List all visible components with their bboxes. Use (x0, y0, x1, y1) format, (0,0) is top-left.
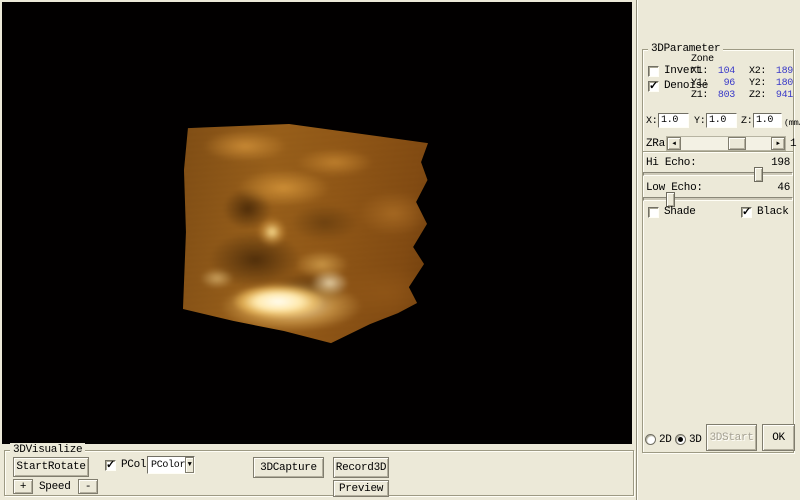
parameter-groupbox: 3DParameter ✓ Invert ✓ Denoise Zone X1: … (642, 49, 794, 453)
check-icon: ✓ (649, 79, 658, 93)
zone-key: Y2: (749, 78, 768, 90)
z-scale-input[interactable] (753, 113, 782, 128)
zone-row: Y1: 96 Y2: 180 (691, 78, 793, 90)
zone-key: X1: (691, 66, 710, 78)
y-scale-label: Y: (694, 116, 705, 128)
visualize-groupbox: 3DVisualize StartRotate + Speed - ✓ PCol… (4, 450, 634, 496)
start-3d-button[interactable]: 3DStart (706, 424, 757, 451)
ok-button[interactable]: OK (762, 424, 795, 451)
low-echo-value: 46 (777, 182, 790, 194)
x-scale-label: X: (646, 116, 657, 128)
scale-unit-label: (mm/p) (784, 117, 800, 129)
mode-2d-radio[interactable] (645, 434, 656, 445)
low-echo-slider-thumb[interactable] (666, 192, 675, 207)
pcolor-checkbox[interactable]: ✓ (105, 460, 116, 471)
zone-value: 180 (768, 78, 793, 90)
shade-checkbox[interactable]: ✓ (648, 207, 659, 218)
zone-row: X1: 104 X2: 189 (691, 66, 793, 78)
section-separator (643, 151, 793, 153)
zone-row: Z1: 803 Z2: 941 (691, 90, 793, 102)
chevron-down-icon: ▼ (188, 461, 192, 469)
check-icon: ✓ (742, 205, 751, 219)
zrate-scroll-thumb[interactable] (728, 137, 746, 150)
zone-value: 941 (768, 90, 793, 102)
check-icon: ✓ (106, 458, 115, 472)
mode-3d-radio[interactable] (675, 434, 686, 445)
z-scale-label: Z: (741, 116, 752, 128)
zone-key: Z1: (691, 90, 710, 102)
black-checkbox[interactable]: ✓ (741, 207, 752, 218)
visualize-group-title: 3DVisualize (10, 443, 85, 457)
hi-echo-label: Hi Echo: (646, 157, 696, 169)
zone-table: X1: 104 X2: 189 Y1: 96 Y2: 180 Z1: 803 Z… (691, 66, 793, 102)
zone-value: 96 (710, 78, 735, 90)
render-viewport[interactable] (2, 2, 632, 444)
capture-3d-button[interactable]: 3DCapture (253, 457, 324, 478)
speed-minus-button[interactable]: - (78, 479, 98, 494)
scroll-right-button[interactable]: ► (771, 137, 785, 150)
scroll-left-button[interactable]: ◄ (667, 137, 681, 150)
app-window: { "colors": { "panel_bg": "#ece9d8", "vi… (0, 0, 800, 500)
record-3d-button[interactable]: Record3D (333, 457, 389, 478)
mode-2d-label: 2D (659, 434, 672, 446)
hi-echo-slider[interactable] (643, 172, 793, 176)
speed-label: Speed (39, 481, 71, 493)
zone-key: Y1: (691, 78, 710, 90)
invert-checkbox[interactable]: ✓ (648, 66, 659, 77)
hi-echo-value: 198 (771, 157, 790, 169)
hi-echo-slider-thumb[interactable] (754, 167, 763, 182)
zone-key: X2: (749, 66, 768, 78)
zrate-scrollbar[interactable]: ◄ ► (666, 136, 786, 151)
zone-value: 803 (710, 90, 735, 102)
black-label: Black (757, 206, 789, 218)
start-rotate-button[interactable]: StartRotate (13, 457, 89, 477)
pcolor-dropdown[interactable]: PColor ▼ (147, 456, 195, 474)
ultrasound-volume-render (180, 120, 428, 344)
low-echo-slider[interactable] (643, 197, 793, 201)
y-scale-input[interactable] (706, 113, 737, 128)
denoise-checkbox[interactable]: ✓ (648, 81, 659, 92)
ultrasound-volume-texture (176, 116, 432, 348)
dropdown-button[interactable]: ▼ (185, 457, 194, 473)
zone-label: Zone (691, 54, 714, 66)
zone-key: Z2: (749, 90, 768, 102)
scroll-left-icon: ◄ (672, 140, 675, 147)
x-scale-input[interactable] (658, 113, 689, 128)
speed-plus-button[interactable]: + (13, 479, 33, 494)
zone-value: 104 (710, 66, 735, 78)
zrate-scroll-track[interactable] (681, 137, 771, 150)
preview-button[interactable]: Preview (333, 480, 389, 497)
shade-label: Shade (664, 206, 696, 218)
zrate-value: 1 (790, 138, 796, 150)
pcolor-dropdown-value: PColor (148, 460, 185, 471)
mode-3d-label: 3D (689, 434, 702, 446)
zone-value: 189 (768, 66, 793, 78)
panel-divider-highlight (637, 0, 638, 500)
scroll-right-icon: ► (776, 140, 779, 147)
